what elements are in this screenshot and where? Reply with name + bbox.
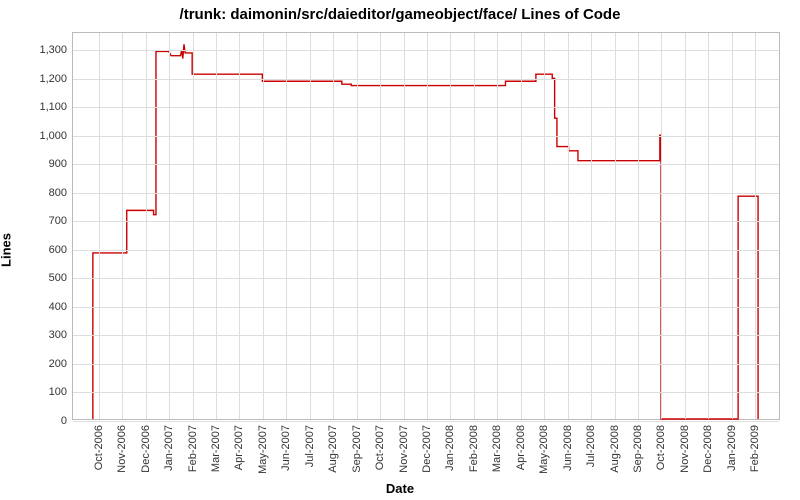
- gridline-h: [73, 392, 779, 393]
- x-tick-label: Dec-2006: [140, 425, 152, 473]
- gridline-v: [450, 33, 451, 419]
- x-tick-label: Oct-2007: [374, 425, 386, 470]
- gridline-v: [216, 33, 217, 419]
- gridline-v: [286, 33, 287, 419]
- x-tick-label: Feb-2007: [187, 425, 199, 472]
- line-svg: [73, 33, 779, 419]
- y-tick-label: 700: [49, 215, 73, 227]
- x-tick-label: Nov-2007: [398, 425, 410, 473]
- gridline-h: [73, 250, 779, 251]
- gridline-v: [263, 33, 264, 419]
- x-tick-label: Nov-2008: [679, 425, 691, 473]
- gridline-v: [638, 33, 639, 419]
- gridline-v: [193, 33, 194, 419]
- x-tick-label: Sep-2008: [632, 425, 644, 473]
- plot-area: 01002003004005006007008009001,0001,1001,…: [72, 32, 780, 420]
- gridline-h: [73, 364, 779, 365]
- x-tick-label: Jan-2009: [726, 425, 738, 471]
- y-tick-label: 400: [49, 301, 73, 313]
- gridline-v: [99, 33, 100, 419]
- gridline-h: [73, 221, 779, 222]
- y-tick-label: 600: [49, 244, 73, 256]
- gridline-h: [73, 50, 779, 51]
- gridline-v: [333, 33, 334, 419]
- x-tick-label: Mar-2007: [210, 425, 222, 472]
- gridline-h: [73, 193, 779, 194]
- gridline-v: [169, 33, 170, 419]
- y-tick-label: 100: [49, 386, 73, 398]
- gridline-v: [568, 33, 569, 419]
- x-tick-label: Jul-2008: [585, 425, 597, 467]
- x-tick-label: Dec-2007: [421, 425, 433, 473]
- gridline-v: [357, 33, 358, 419]
- gridline-v: [497, 33, 498, 419]
- gridline-v: [427, 33, 428, 419]
- x-tick-label: Jul-2007: [304, 425, 316, 467]
- gridline-h: [73, 79, 779, 80]
- gridline-h: [73, 278, 779, 279]
- gridline-v: [474, 33, 475, 419]
- x-axis-label: Date: [0, 481, 800, 496]
- gridline-v: [380, 33, 381, 419]
- y-tick-label: 1,300: [39, 44, 73, 56]
- x-tick-label: Aug-2008: [609, 425, 621, 473]
- x-tick-label: Jan-2008: [444, 425, 456, 471]
- gridline-h: [73, 335, 779, 336]
- x-tick-label: Mar-2008: [491, 425, 503, 472]
- gridline-v: [521, 33, 522, 419]
- gridline-v: [661, 33, 662, 419]
- x-tick-label: Feb-2008: [468, 425, 480, 472]
- y-tick-label: 0: [61, 415, 73, 427]
- gridline-v: [685, 33, 686, 419]
- chart-title: /trunk: daimonin/src/daieditor/gameobjec…: [0, 6, 800, 23]
- x-tick-label: May-2008: [538, 425, 550, 474]
- gridline-v: [310, 33, 311, 419]
- gridline-h: [73, 107, 779, 108]
- gridline-v: [708, 33, 709, 419]
- gridline-h: [73, 164, 779, 165]
- y-tick-label: 1,000: [39, 130, 73, 142]
- x-tick-label: Jan-2007: [163, 425, 175, 471]
- x-tick-label: Jun-2008: [562, 425, 574, 471]
- y-tick-label: 500: [49, 272, 73, 284]
- gridline-h: [73, 307, 779, 308]
- gridline-h: [73, 136, 779, 137]
- x-tick-label: Aug-2007: [327, 425, 339, 473]
- x-tick-label: Sep-2007: [351, 425, 363, 473]
- gridline-v: [615, 33, 616, 419]
- y-tick-label: 1,100: [39, 101, 73, 113]
- x-tick-label: Oct-2006: [93, 425, 105, 470]
- y-axis-label: Lines: [0, 233, 14, 267]
- x-tick-label: Oct-2008: [655, 425, 667, 470]
- x-tick-label: Apr-2008: [515, 425, 527, 470]
- x-tick-label: Feb-2009: [749, 425, 761, 472]
- gridline-v: [732, 33, 733, 419]
- x-tick-label: Apr-2007: [233, 425, 245, 470]
- y-tick-label: 900: [49, 158, 73, 170]
- gridline-v: [544, 33, 545, 419]
- y-tick-label: 1,200: [39, 73, 73, 85]
- gridline-h: [73, 421, 779, 422]
- x-tick-label: Jun-2007: [280, 425, 292, 471]
- gridline-v: [146, 33, 147, 419]
- loc-chart: /trunk: daimonin/src/daieditor/gameobjec…: [0, 0, 800, 500]
- gridline-v: [239, 33, 240, 419]
- gridline-v: [404, 33, 405, 419]
- y-tick-label: 200: [49, 358, 73, 370]
- x-tick-label: Dec-2008: [702, 425, 714, 473]
- y-tick-label: 800: [49, 187, 73, 199]
- x-tick-label: May-2007: [257, 425, 269, 474]
- y-tick-label: 300: [49, 329, 73, 341]
- gridline-v: [122, 33, 123, 419]
- gridline-v: [755, 33, 756, 419]
- gridline-v: [591, 33, 592, 419]
- x-tick-label: Nov-2006: [116, 425, 128, 473]
